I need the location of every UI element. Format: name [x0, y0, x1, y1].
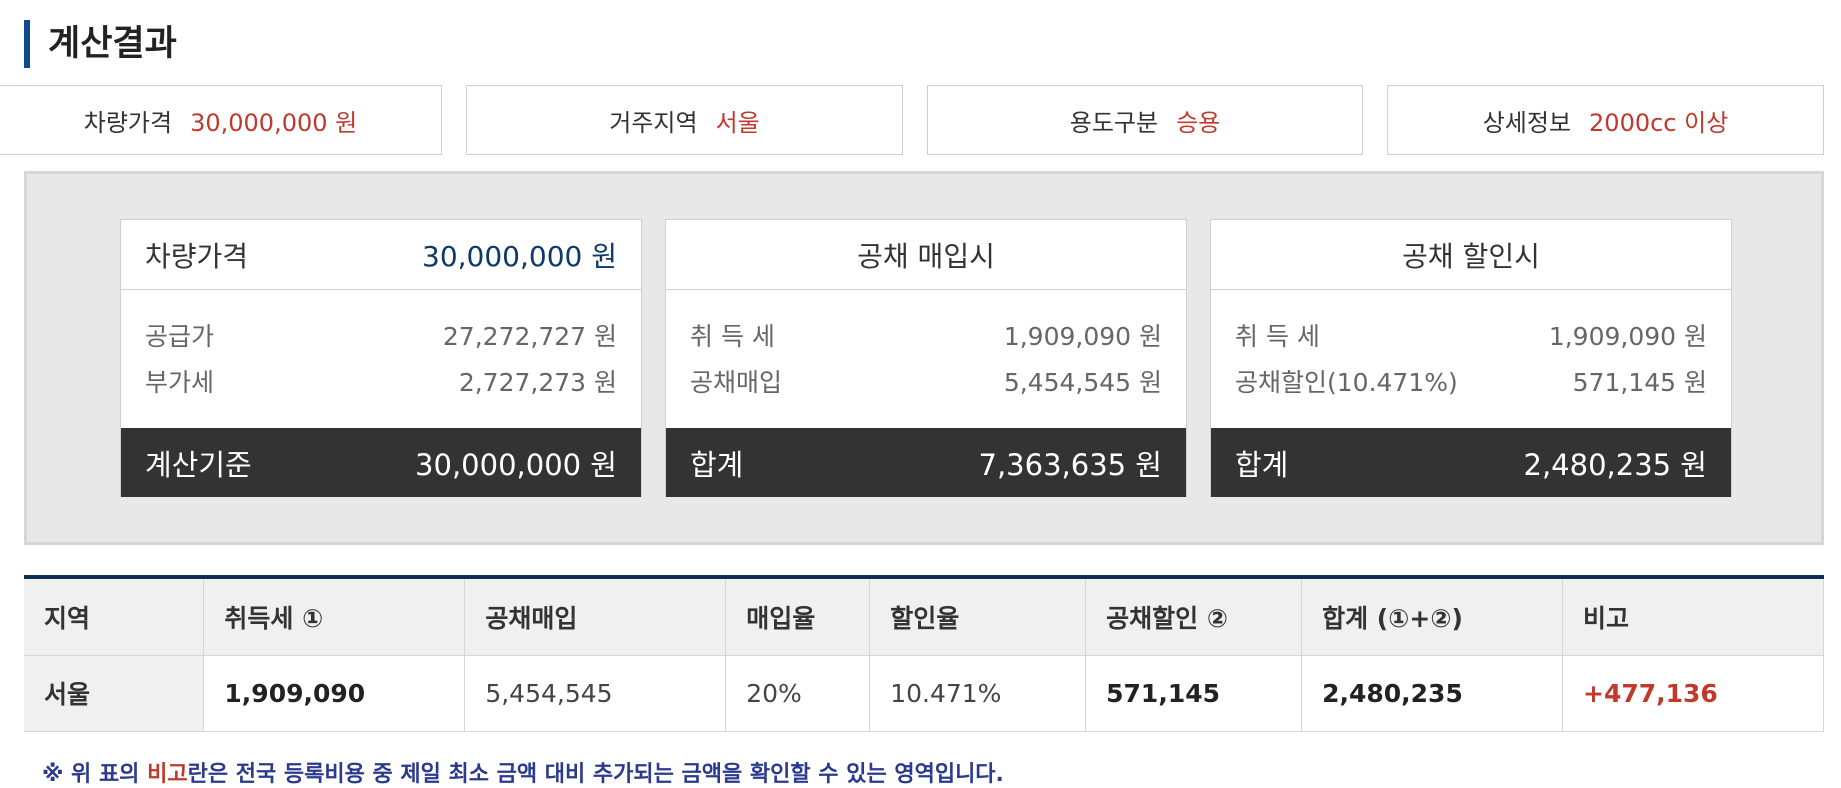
- card-line-acquisition-tax: 취 득 세 1,909,090 원: [666, 314, 1186, 360]
- card-header: 공채 할인시: [1211, 220, 1731, 290]
- card-body: 취 득 세 1,909,090 원 공채매입 5,454,545 원: [666, 290, 1186, 428]
- line-label: 취 득 세: [690, 322, 775, 351]
- summary-label: 용도구분: [1069, 108, 1159, 137]
- footnote-highlight: 비고: [147, 762, 188, 787]
- line-label: 공채매입: [690, 368, 783, 397]
- table-header: 합계 (①+②): [1301, 576, 1563, 656]
- footnote: ※ 위 표의 비고란은 전국 등록비용 중 제일 최소 금액 대비 추가되는 금…: [42, 756, 1004, 788]
- line-label: 부가세: [145, 368, 215, 397]
- card-header: 공채 매입시: [666, 220, 1186, 290]
- page-title: 계산결과: [24, 20, 177, 68]
- line-value: 571,145 원: [1572, 368, 1707, 397]
- table-header: 지역: [24, 576, 205, 656]
- bond-discount-card: 공채 할인시 취 득 세 1,909,090 원 공채할인(10.471%) 5…: [1210, 219, 1732, 497]
- summary-label: 상세정보: [1482, 108, 1572, 137]
- footnote-prefix: ※ 위 표의: [42, 762, 148, 787]
- summary-vehicle-price: 차량가격 30,000,000 원: [0, 85, 442, 155]
- card-line-supply: 공급가 27,272,727 원: [121, 314, 641, 360]
- card-line-acquisition-tax: 취 득 세 1,909,090 원: [1211, 314, 1731, 360]
- card-body: 취 득 세 1,909,090 원 공채할인(10.471%) 571,145 …: [1211, 290, 1731, 428]
- bond-purchase-card: 공채 매입시 취 득 세 1,909,090 원 공채매입 5,454,545 …: [665, 219, 1187, 497]
- table-cell-total: 2,480,235: [1301, 654, 1563, 732]
- card-line-bond-discount: 공채할인(10.471%) 571,145 원: [1211, 360, 1731, 406]
- line-value: 1,909,090 원: [1548, 322, 1707, 351]
- summary-label: 거주지역: [609, 108, 698, 137]
- footer-label: 합계: [1235, 447, 1289, 482]
- card-footer: 합계 2,480,235 원: [1211, 428, 1731, 497]
- footnote-suffix: 란은 전국 등록비용 중 제일 최소 금액 대비 추가되는 금액을 확인할 수 …: [187, 762, 1004, 787]
- card-line-vat: 부가세 2,727,273 원: [121, 360, 641, 406]
- table-header: 공채매입: [464, 576, 727, 656]
- calculation-panel: 차량가격 30,000,000 원 공급가 27,272,727 원 부가세 2…: [24, 171, 1824, 545]
- summary-usage: 용도구분 승용: [927, 85, 1363, 155]
- line-label: 공급가: [145, 322, 215, 351]
- line-label: 취 득 세: [1235, 322, 1320, 351]
- footer-value: 30,000,000 원: [415, 447, 617, 482]
- card-header-label: 차량가격: [145, 239, 249, 273]
- footer-value: 7,363,635 원: [978, 447, 1163, 482]
- table-cell-region: 서울: [24, 654, 205, 732]
- table-header: 매입율: [725, 576, 871, 656]
- table-cell-bond-purchase: 5,454,545: [464, 654, 727, 732]
- price-card: 차량가격 30,000,000 원 공급가 27,272,727 원 부가세 2…: [120, 219, 642, 497]
- table-header: 할인율: [869, 576, 1087, 656]
- summary-region: 거주지역 서울: [466, 85, 903, 155]
- card-header: 차량가격 30,000,000 원: [121, 220, 641, 290]
- summary-value: 30,000,000 원: [190, 108, 358, 137]
- summary-value: 서울: [715, 108, 760, 137]
- line-value: 27,272,727 원: [442, 322, 617, 351]
- table-cell-discount-rate: 10.471%: [869, 654, 1087, 732]
- footer-label: 계산기준: [145, 447, 252, 482]
- line-value: 2,727,273 원: [458, 368, 617, 397]
- summary-row: 차량가격 30,000,000 원 거주지역 서울 용도구분 승용 상세정보 2…: [0, 85, 1841, 155]
- card-header-value: 30,000,000 원: [422, 239, 617, 273]
- table-header-row: 지역 취득세 ① 공채매입 매입율 할인율 공채할인 ② 합계 (①+②) 비고: [24, 576, 1824, 656]
- summary-value: 승용: [1176, 108, 1221, 137]
- table-cell-bond-discount: 571,145: [1085, 654, 1303, 732]
- card-footer: 계산기준 30,000,000 원: [121, 428, 641, 497]
- summary-value: 2000cc 이상: [1589, 108, 1729, 137]
- card-line-bond-purchase: 공채매입 5,454,545 원: [666, 360, 1186, 406]
- card-header-label: 공채 할인시: [1402, 239, 1540, 273]
- table-cell-remark: +477,136: [1562, 654, 1824, 732]
- table-cell-acquisition-tax: 1,909,090: [203, 654, 466, 732]
- card-header-label: 공채 매입시: [857, 239, 995, 273]
- result-table: 지역 취득세 ① 공채매입 매입율 할인율 공채할인 ② 합계 (①+②) 비고…: [24, 575, 1824, 732]
- summary-detail: 상세정보 2000cc 이상: [1387, 85, 1824, 155]
- table-cell-purchase-rate: 20%: [725, 654, 871, 732]
- card-body: 공급가 27,272,727 원 부가세 2,727,273 원: [121, 290, 641, 428]
- card-footer: 합계 7,363,635 원: [666, 428, 1186, 497]
- line-value: 1,909,090 원: [1003, 322, 1162, 351]
- summary-label: 차량가격: [83, 108, 173, 137]
- line-value: 5,454,545 원: [1003, 368, 1162, 397]
- line-label: 공채할인(10.471%): [1235, 368, 1458, 397]
- table-header: 취득세 ①: [203, 576, 466, 656]
- table-row: 서울 1,909,090 5,454,545 20% 10.471% 571,1…: [24, 654, 1824, 732]
- footer-value: 2,480,235 원: [1523, 447, 1708, 482]
- table-header: 비고: [1562, 576, 1824, 656]
- table-header: 공채할인 ②: [1085, 576, 1303, 656]
- footer-label: 합계: [690, 447, 744, 482]
